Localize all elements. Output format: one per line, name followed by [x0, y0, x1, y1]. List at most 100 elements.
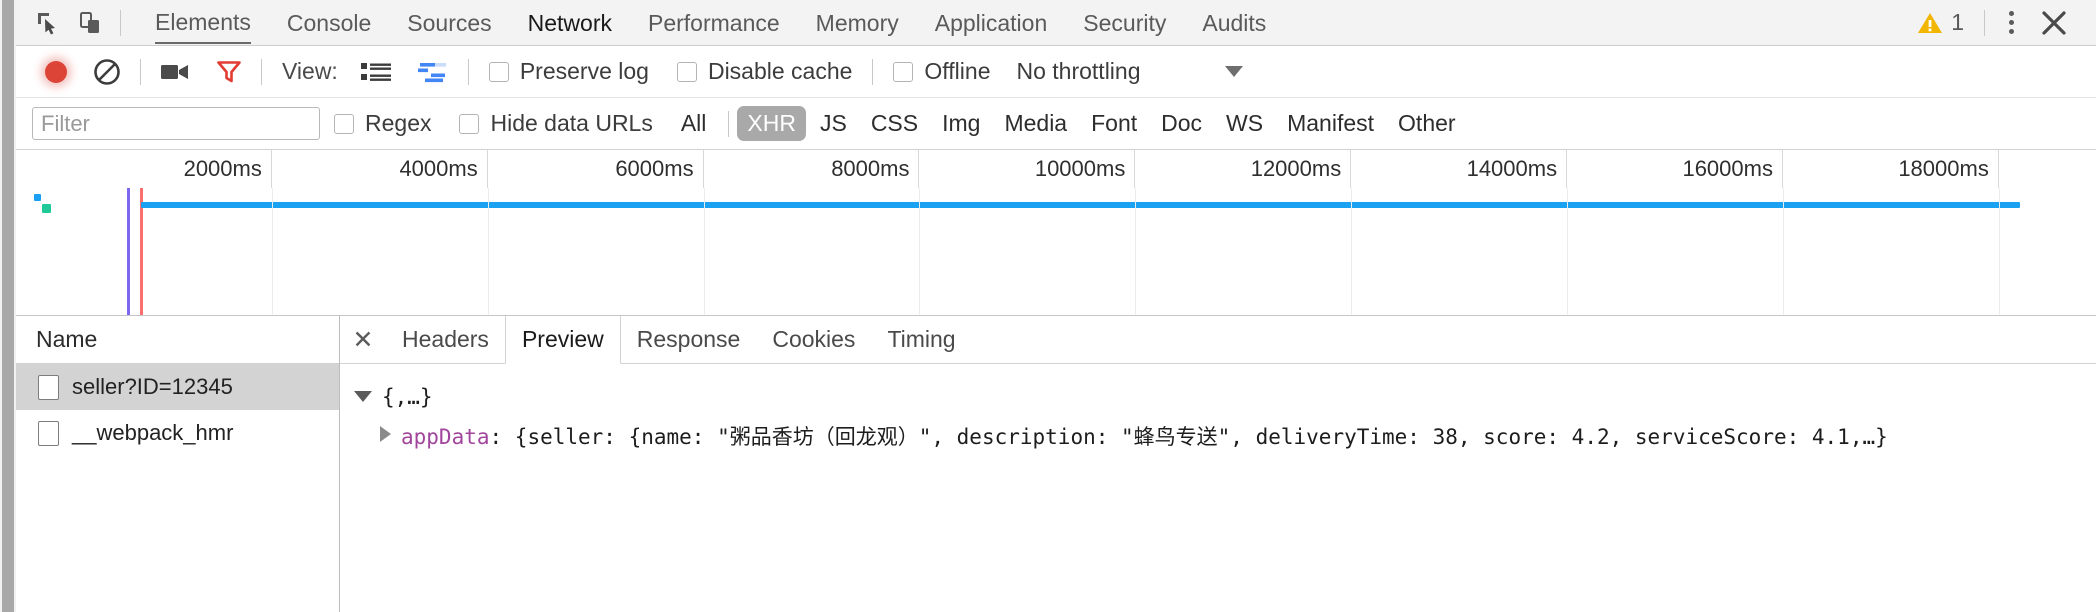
- filterbar-divider: [728, 110, 730, 137]
- filter-chip-media[interactable]: Media: [994, 106, 1077, 141]
- throttling-select[interactable]: No throttling: [1004, 58, 1146, 85]
- detail-tabs: ✕ Headers Preview Response Cookies Timin…: [340, 316, 2096, 364]
- waterfall-view-icon[interactable]: [404, 46, 462, 98]
- filter-chip-doc[interactable]: Doc: [1151, 106, 1212, 141]
- tab-headers[interactable]: Headers: [386, 316, 505, 363]
- filter-chip-other[interactable]: Other: [1388, 106, 1466, 141]
- tab-application[interactable]: Application: [917, 0, 1066, 46]
- timeline-tick-label: 6000ms: [488, 150, 704, 188]
- timeline-tick-label: 12000ms: [1135, 150, 1352, 188]
- close-icon[interactable]: ✕: [340, 316, 386, 363]
- tab-security[interactable]: Security: [1065, 0, 1184, 46]
- disable-cache-label: Disable cache: [707, 58, 853, 84]
- filter-input[interactable]: [32, 107, 320, 140]
- tab-elements-label: Elements: [155, 8, 251, 35]
- kebab-menu-icon[interactable]: [1995, 5, 2028, 40]
- filter-chip-img[interactable]: Img: [932, 106, 990, 141]
- checkbox-box: [459, 113, 480, 134]
- timeline-event-marker: [42, 204, 51, 213]
- toolbar-divider-1: [140, 58, 141, 85]
- devtools-tabbar: Elements Console Sources Network Perform…: [16, 0, 2096, 46]
- timeline-gridline: [271, 188, 273, 315]
- tabbar-right-controls: 1: [1907, 5, 2096, 40]
- tab-timing[interactable]: Timing: [871, 316, 971, 363]
- warning-count: 1: [1951, 9, 1964, 35]
- timeline-tick-label: 18000ms: [1783, 150, 1999, 188]
- warning-triangle-icon: [1918, 12, 1943, 33]
- hide-data-urls-checkbox[interactable]: Hide data URLs: [445, 110, 666, 137]
- toolbar-divider-3: [467, 58, 469, 85]
- json-root-node[interactable]: {,…}: [354, 378, 2096, 418]
- network-toolbar: View: Preserve log Disable cache Offline…: [16, 46, 2096, 98]
- regex-checkbox[interactable]: Regex: [320, 110, 445, 137]
- clear-icon[interactable]: [80, 46, 134, 98]
- timeline-tick-label: 14000ms: [1351, 150, 1568, 188]
- timeline-tick-label: 8000ms: [704, 150, 920, 188]
- filter-chip-js[interactable]: JS: [810, 106, 857, 141]
- panel-tabs: Elements Console Sources Network Perform…: [137, 0, 1284, 46]
- tab-preview[interactable]: Preview: [504, 316, 621, 364]
- timeline-gridline: [703, 188, 705, 315]
- scrollbar-thumb[interactable]: [2, 0, 14, 612]
- device-toolbar-icon[interactable]: [72, 7, 108, 39]
- filter-chip-css[interactable]: CSS: [861, 106, 928, 141]
- tab-cookies[interactable]: Cookies: [756, 316, 871, 363]
- tab-elements[interactable]: Elements: [137, 0, 269, 47]
- tabbar-right-divider: [1984, 9, 1985, 36]
- timeline-tick-label: 2000ms: [56, 150, 272, 188]
- preserve-log-checkbox[interactable]: Preserve log: [475, 58, 663, 85]
- timeline-event-marker: [34, 194, 41, 201]
- list-view-icon[interactable]: [348, 46, 404, 98]
- tab-console[interactable]: Console: [269, 0, 389, 46]
- timeline-gridline: [919, 188, 921, 315]
- json-key-appdata: appData: [401, 424, 490, 449]
- triangle-down-icon[interactable]: [354, 391, 372, 402]
- camera-icon[interactable]: [147, 46, 203, 98]
- filter-chip-xhr[interactable]: XHR: [737, 106, 806, 141]
- timeline-gridline: [1567, 188, 1569, 315]
- filter-chip-all[interactable]: All: [667, 110, 721, 137]
- timeline-tick-label: 16000ms: [1567, 150, 1783, 188]
- chevron-down-icon[interactable]: [1224, 66, 1243, 77]
- toolbar-divider-2: [261, 58, 262, 85]
- table-row[interactable]: seller?ID=12345: [16, 364, 339, 410]
- devtools-window: Elements Console Sources Network Perform…: [0, 0, 2096, 612]
- close-icon[interactable]: [2032, 7, 2076, 39]
- view-label: View:: [282, 58, 338, 84]
- window-left-scrollbar[interactable]: [0, 0, 16, 612]
- funnel-filter-icon[interactable]: [203, 46, 255, 98]
- inspect-cursor-icon[interactable]: [30, 7, 66, 39]
- toolbar-divider-4: [872, 58, 874, 85]
- preserve-log-label: Preserve log: [519, 58, 649, 84]
- warning-indicator[interactable]: 1: [1907, 9, 1974, 36]
- record-button-icon[interactable]: [32, 46, 80, 98]
- tabbar-divider: [120, 9, 121, 36]
- timeline-gridline: [487, 188, 489, 315]
- network-filterbar: Regex Hide data URLs All XHR JS CSS Img …: [16, 98, 2096, 150]
- timeline-tick-label: 4000ms: [272, 150, 488, 188]
- regex-label: Regex: [365, 110, 432, 136]
- document-icon: [38, 420, 59, 446]
- tab-audits[interactable]: Audits: [1184, 0, 1284, 46]
- tab-response[interactable]: Response: [621, 316, 757, 363]
- offline-checkbox[interactable]: Offline: [879, 58, 1004, 85]
- filter-chip-ws[interactable]: WS: [1216, 106, 1273, 141]
- tab-performance[interactable]: Performance: [630, 0, 798, 46]
- triangle-right-icon[interactable]: [380, 425, 391, 442]
- timeline-gridline: [1782, 188, 1784, 315]
- disable-cache-checkbox[interactable]: Disable cache: [663, 58, 866, 85]
- timeline-request-bar[interactable]: [141, 202, 2021, 208]
- tab-network-label: Network: [527, 9, 612, 36]
- timeline-event-line: [127, 188, 131, 315]
- column-header-name[interactable]: Name: [16, 316, 339, 364]
- tab-network[interactable]: Network: [510, 0, 630, 46]
- filter-chip-font[interactable]: Font: [1081, 106, 1147, 141]
- tab-memory[interactable]: Memory: [798, 0, 917, 46]
- timeline-ruler: 2000ms 4000ms 6000ms 8000ms 10000ms 12000ms 14…: [16, 150, 2096, 188]
- tab-sources[interactable]: Sources: [389, 0, 509, 46]
- filter-chip-manifest[interactable]: Manifest: [1277, 106, 1384, 141]
- json-child-node[interactable]: appData : {seller: {name: "粥品香坊（回龙观）", d…: [354, 418, 2096, 458]
- network-overview[interactable]: 2000ms 4000ms 6000ms 8000ms 10000ms 12000ms 14…: [16, 150, 2096, 316]
- checkbox-box: [893, 61, 914, 82]
- table-row[interactable]: __webpack_hmr: [16, 410, 339, 456]
